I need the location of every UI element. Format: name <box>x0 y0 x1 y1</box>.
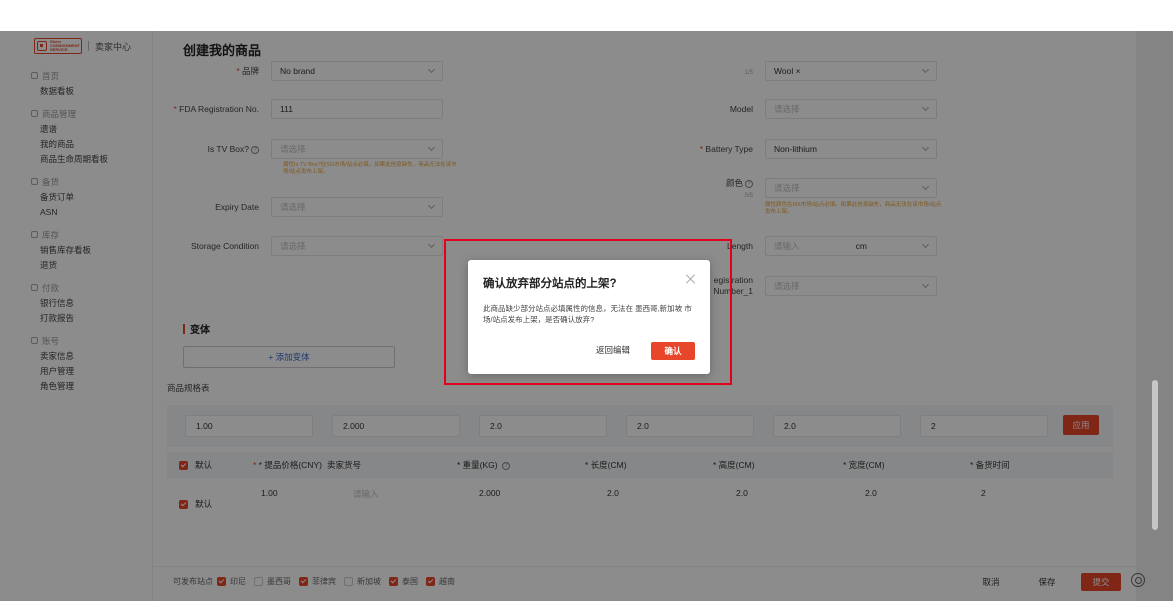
top-blank-area <box>0 0 1173 31</box>
scrollbar[interactable] <box>1152 380 1158 530</box>
highlight-box <box>444 239 732 385</box>
